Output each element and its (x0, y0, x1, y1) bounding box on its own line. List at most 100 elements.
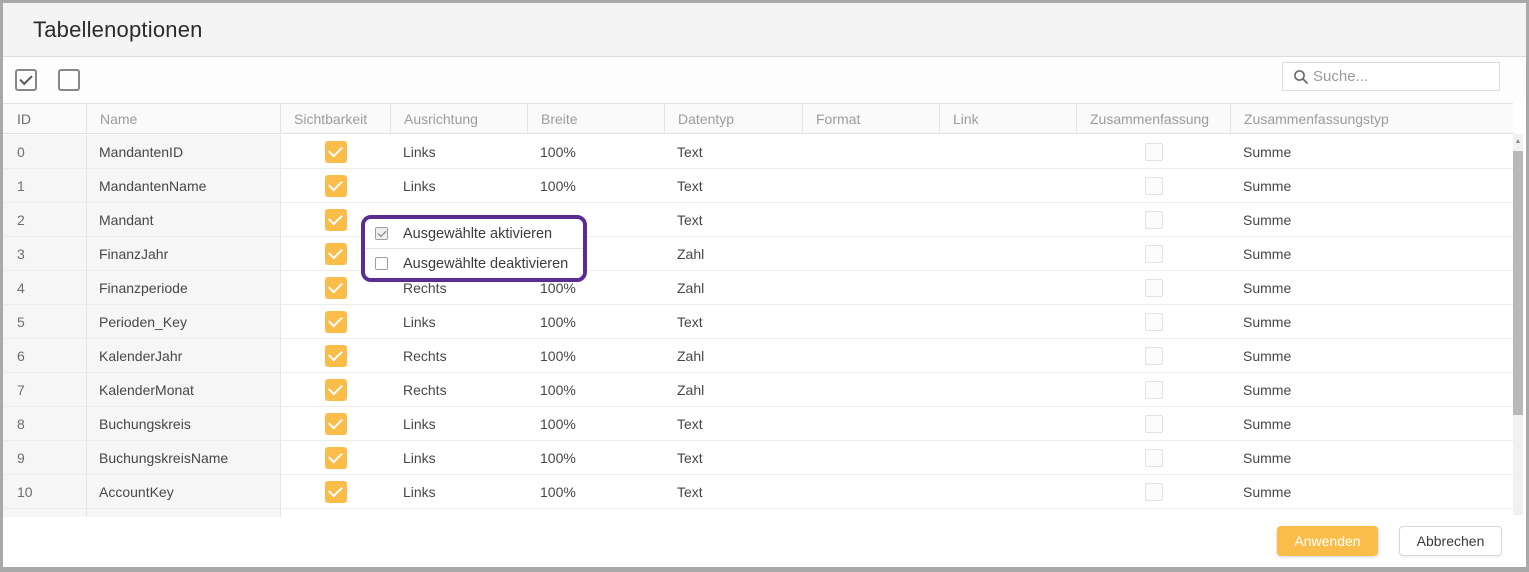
cell-format[interactable] (803, 271, 940, 304)
cell-datatype[interactable]: Zahl (665, 339, 803, 372)
cell-datatype[interactable]: Zahl (665, 271, 803, 304)
visibility-checkbox[interactable] (325, 209, 347, 231)
cell-datatype[interactable]: Text (665, 169, 803, 202)
cell-format[interactable] (803, 475, 940, 508)
cell-format[interactable] (803, 407, 940, 440)
cell-width[interactable]: 100% (528, 135, 665, 168)
cell-alignment[interactable]: Links (391, 407, 528, 440)
column-header-format[interactable]: Format (803, 104, 940, 133)
cell-alignment[interactable]: Links (391, 475, 528, 508)
summary-checkbox[interactable] (1145, 381, 1163, 399)
vertical-scrollbar[interactable]: ▲ (1513, 134, 1523, 515)
cell-summary-type[interactable]: Summe (1231, 237, 1513, 270)
cell-summary-type[interactable]: Summe (1231, 271, 1513, 304)
summary-checkbox[interactable] (1145, 449, 1163, 467)
cell-summary-type[interactable]: Summe (1231, 441, 1513, 474)
column-header-alignment[interactable]: Ausrichtung (391, 104, 528, 133)
cell-summary-type[interactable]: Summe (1231, 203, 1513, 236)
cell-width[interactable]: 100% (528, 373, 665, 406)
cell-datatype[interactable]: Text (665, 305, 803, 338)
cell-summary-type[interactable]: Summe (1231, 169, 1513, 202)
cell-alignment[interactable]: Links (391, 135, 528, 168)
cell-format[interactable] (803, 203, 940, 236)
cell-link[interactable] (940, 237, 1077, 270)
cell-format[interactable] (803, 237, 940, 270)
summary-checkbox[interactable] (1145, 279, 1163, 297)
cell-width[interactable]: 100% (528, 169, 665, 202)
cell-format[interactable] (803, 305, 940, 338)
summary-checkbox[interactable] (1145, 483, 1163, 501)
cell-datatype[interactable]: Text (665, 475, 803, 508)
visibility-checkbox[interactable] (325, 379, 347, 401)
visibility-checkbox[interactable] (325, 175, 347, 197)
summary-checkbox[interactable] (1145, 211, 1163, 229)
column-header-datatype[interactable]: Datentyp (665, 104, 803, 133)
summary-checkbox[interactable] (1145, 143, 1163, 161)
apply-button[interactable]: Anwenden (1277, 526, 1378, 556)
column-header-name[interactable]: Name (87, 104, 281, 133)
cell-format[interactable] (803, 373, 940, 406)
cell-link[interactable] (940, 169, 1077, 202)
cell-format[interactable] (803, 441, 940, 474)
cell-link[interactable] (940, 135, 1077, 168)
cancel-button[interactable]: Abbrechen (1399, 526, 1502, 556)
column-header-id[interactable]: ID (3, 104, 87, 133)
select-all-checkbox[interactable] (15, 69, 37, 91)
cell-summary-type[interactable]: Summe (1231, 475, 1513, 508)
cell-alignment[interactable]: Links (391, 169, 528, 202)
cell-width[interactable]: 100% (528, 407, 665, 440)
cell-datatype[interactable]: Text (665, 203, 803, 236)
cell-link[interactable] (940, 203, 1077, 236)
visibility-checkbox[interactable] (325, 413, 347, 435)
cell-alignment[interactable]: Links (391, 441, 528, 474)
summary-checkbox[interactable] (1145, 415, 1163, 433)
visibility-checkbox[interactable] (325, 447, 347, 469)
cell-link[interactable] (940, 339, 1077, 372)
cell-format[interactable] (803, 135, 940, 168)
cell-width[interactable]: 100% (528, 339, 665, 372)
column-header-summary[interactable]: Zusammenfassung (1077, 104, 1231, 133)
visibility-checkbox[interactable] (325, 243, 347, 265)
cell-summary-type[interactable]: Summe (1231, 407, 1513, 440)
cell-link[interactable] (940, 271, 1077, 304)
visibility-checkbox[interactable] (325, 481, 347, 503)
cell-summary-type[interactable]: Summe (1231, 339, 1513, 372)
cell-link[interactable] (940, 373, 1077, 406)
cell-alignment[interactable]: Rechts (391, 339, 528, 372)
cell-link[interactable] (940, 441, 1077, 474)
search-input[interactable] (1313, 68, 1493, 85)
menu-item-deactivate-selected[interactable]: Ausgewählte deaktivieren (365, 249, 583, 278)
visibility-checkbox[interactable] (325, 311, 347, 333)
scroll-up-icon[interactable]: ▲ (1513, 136, 1523, 148)
cell-datatype[interactable]: Text (665, 407, 803, 440)
cell-width[interactable]: 100% (528, 305, 665, 338)
search-box[interactable] (1282, 62, 1500, 91)
summary-checkbox[interactable] (1145, 347, 1163, 365)
cell-width[interactable]: 100% (528, 441, 665, 474)
scrollbar-thumb[interactable] (1513, 151, 1523, 415)
deselect-all-checkbox[interactable] (58, 69, 80, 91)
cell-alignment[interactable]: Rechts (391, 373, 528, 406)
column-header-visibility[interactable]: Sichtbarkeit (281, 104, 391, 133)
cell-format[interactable] (803, 169, 940, 202)
column-header-width[interactable]: Breite (528, 104, 665, 133)
cell-width[interactable]: 100% (528, 475, 665, 508)
cell-datatype[interactable]: Zahl (665, 237, 803, 270)
summary-checkbox[interactable] (1145, 177, 1163, 195)
cell-summary-type[interactable]: Summe (1231, 305, 1513, 338)
visibility-checkbox[interactable] (325, 141, 347, 163)
cell-format[interactable] (803, 339, 940, 372)
cell-link[interactable] (940, 475, 1077, 508)
cell-datatype[interactable]: Text (665, 135, 803, 168)
cell-link[interactable] (940, 407, 1077, 440)
visibility-checkbox[interactable] (325, 345, 347, 367)
cell-link[interactable] (940, 305, 1077, 338)
cell-datatype[interactable]: Zahl (665, 373, 803, 406)
column-header-summary-type[interactable]: Zusammenfassungstyp (1231, 104, 1513, 133)
cell-datatype[interactable]: Text (665, 441, 803, 474)
cell-alignment[interactable]: Links (391, 305, 528, 338)
cell-summary-type[interactable]: Summe (1231, 135, 1513, 168)
visibility-checkbox[interactable] (325, 277, 347, 299)
cell-summary-type[interactable]: Summe (1231, 373, 1513, 406)
column-header-link[interactable]: Link (940, 104, 1077, 133)
